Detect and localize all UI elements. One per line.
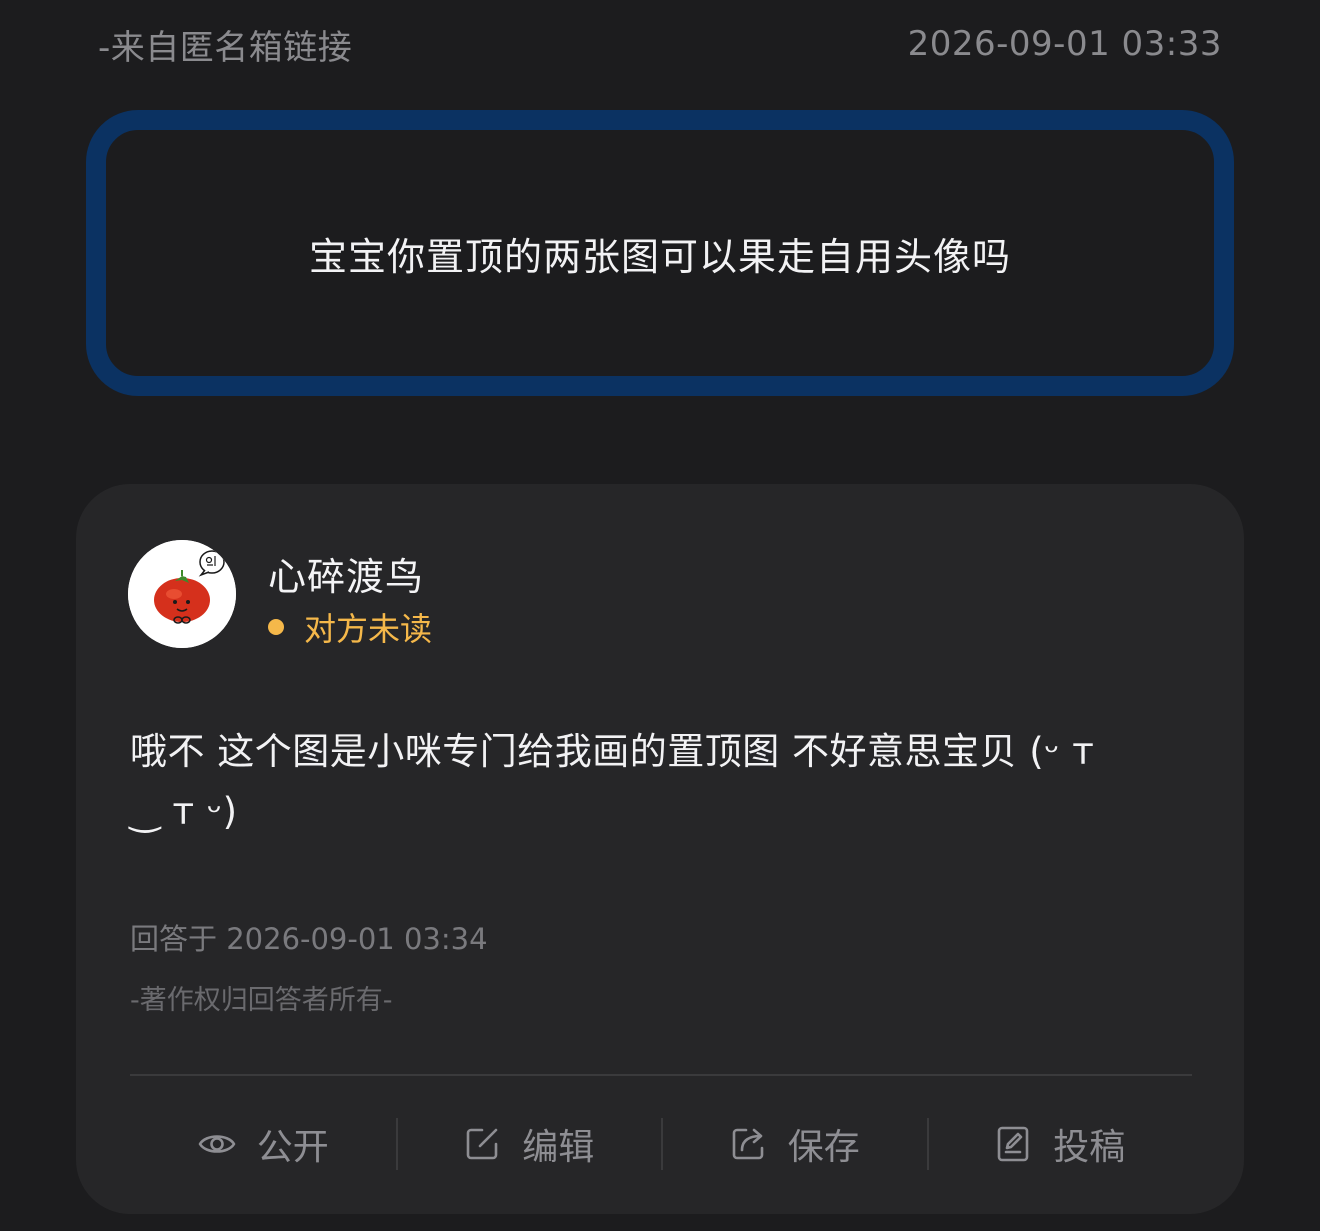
read-status: 对方未读: [268, 604, 432, 650]
edit-button[interactable]: 编辑: [395, 1116, 662, 1172]
action-bar: 公开 编辑 保存 投稿: [130, 1116, 1192, 1172]
answered-time: 回答于 2026-09-01 03:34: [130, 922, 488, 956]
avatar[interactable]: [128, 540, 236, 648]
public-label: 公开: [256, 1127, 329, 1168]
divider: [130, 1074, 1192, 1076]
question-card: 宝宝你置顶的两张图可以果走自用头像吗: [86, 110, 1234, 396]
read-status-label: 对方未读: [304, 610, 433, 648]
submit-label: 投稿: [1053, 1127, 1126, 1168]
document-icon: [993, 1124, 1033, 1164]
share-out-icon: [728, 1124, 768, 1164]
message-meta: -来自匿名箱链接 2026-09-01 03:33: [98, 20, 1222, 68]
public-button[interactable]: 公开: [130, 1116, 396, 1172]
save-button[interactable]: 保存: [661, 1116, 927, 1172]
eye-icon: [197, 1124, 237, 1164]
question-text: 宝宝你置顶的两张图可以果走自用头像吗: [308, 234, 1011, 279]
edit-icon: [462, 1124, 502, 1164]
status-dot-icon: [268, 619, 284, 635]
copyright-notice: -著作权归回答者所有-: [130, 985, 393, 1016]
edit-label: 编辑: [522, 1127, 595, 1168]
save-label: 保存: [787, 1127, 860, 1168]
tomato-avatar-image: [128, 540, 236, 648]
submit-button[interactable]: 投稿: [926, 1116, 1193, 1172]
message-timestamp: 2026-09-01 03:33: [907, 24, 1222, 64]
answer-card: 心碎渡鸟 对方未读 哦不 这个图是小咪专门给我画的置顶图 不好意思宝贝 (ᵕ ᴛ…: [76, 484, 1244, 1214]
source-label: -来自匿名箱链接: [98, 27, 353, 68]
answer-text: 哦不 这个图是小咪专门给我画的置顶图 不好意思宝贝 (ᵕ ᴛ ‿ ᴛ ᵕ): [130, 730, 1095, 833]
user-name[interactable]: 心碎渡鸟: [268, 546, 424, 601]
